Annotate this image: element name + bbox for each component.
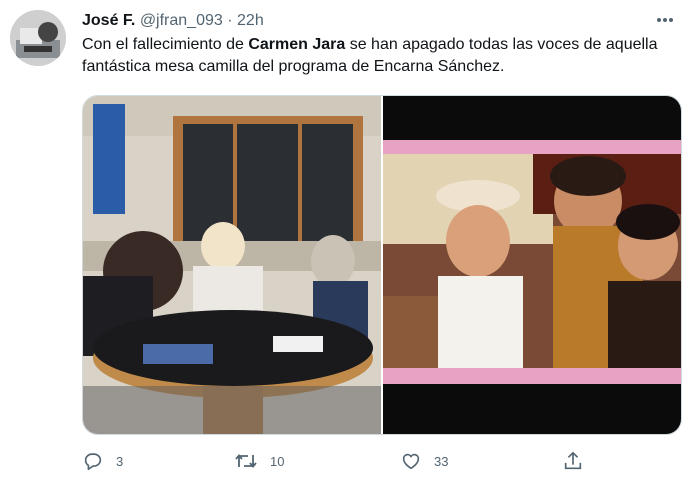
reply-button[interactable]: 3	[82, 446, 123, 476]
share-icon	[564, 451, 582, 470]
reply-count: 3	[116, 453, 124, 469]
avatar[interactable]	[10, 10, 66, 66]
tweet-text-bold: Carmen Jara	[248, 36, 346, 53]
heart-icon	[402, 453, 420, 470]
retweet-icon	[235, 454, 257, 468]
more-icon	[657, 18, 673, 22]
media-container[interactable]	[82, 95, 682, 435]
avatar-image	[10, 10, 66, 66]
tweet-actions: 3 10 33	[82, 446, 682, 476]
tweet-time[interactable]: 22h	[237, 12, 264, 29]
tweet-text: Con el fallecimiento de Carmen Jara se h…	[82, 34, 682, 78]
reply-icon	[84, 453, 102, 471]
like-button[interactable]: 33	[400, 446, 448, 476]
tweet-text-part: Con el fallecimiento de	[82, 36, 249, 53]
like-count: 33	[434, 453, 449, 469]
retweet-count: 10	[270, 453, 285, 469]
author-name[interactable]: José F.	[82, 12, 135, 29]
tweet-header: José F. @jfran_093 · 22h	[82, 10, 264, 32]
three-women-smiling-photo[interactable]	[383, 96, 681, 434]
retweet-button[interactable]: 10	[234, 446, 284, 476]
radio-studio-round-table-photo-image	[83, 96, 381, 434]
more-button[interactable]	[650, 8, 680, 32]
three-women-smiling-photo-image	[383, 96, 681, 434]
separator-dot: ·	[227, 12, 233, 29]
author-handle[interactable]: @jfran_093	[140, 12, 223, 29]
share-button[interactable]	[562, 446, 584, 476]
radio-studio-round-table-photo[interactable]	[83, 96, 381, 434]
